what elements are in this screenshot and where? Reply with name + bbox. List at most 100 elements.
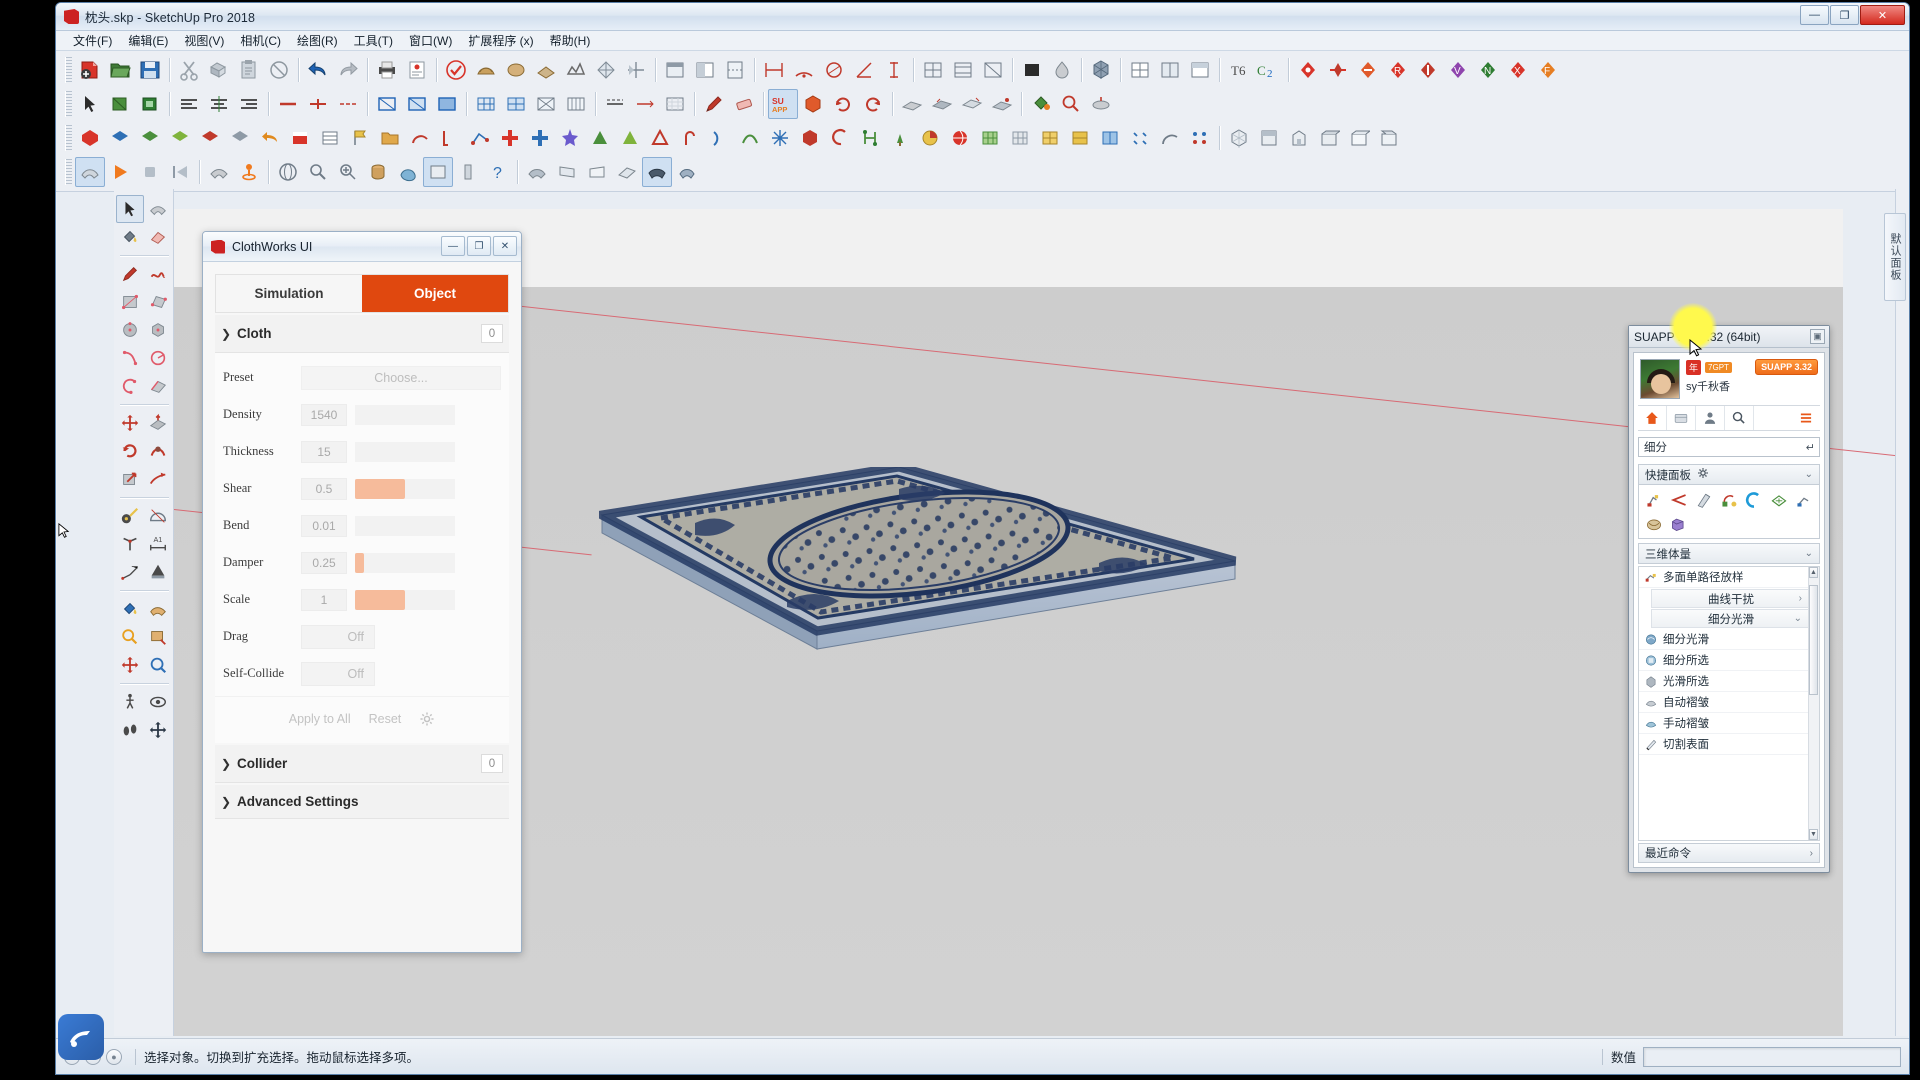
clothworks-restore-button[interactable]: ❐ [467, 236, 491, 256]
quick-tool-3-icon[interactable] [1692, 489, 1715, 511]
tab-object[interactable]: Object [362, 275, 508, 312]
shape-e-icon[interactable] [642, 157, 672, 187]
vcb-input[interactable] [1643, 1046, 1901, 1067]
toolbar-grip[interactable] [65, 159, 72, 185]
scroll-up-arrow-icon[interactable]: ▲ [1809, 567, 1818, 578]
orbit-icon[interactable] [273, 157, 303, 187]
param-value-density[interactable]: 1540 [301, 403, 347, 426]
gear-icon[interactable] [1697, 467, 1709, 482]
guide-line-b-icon[interactable] [630, 89, 660, 119]
person-status-icon[interactable]: ● [106, 1048, 122, 1065]
list-item[interactable]: 手动褶皱 [1639, 713, 1819, 734]
suapp-main-icon[interactable]: SU APP [768, 89, 798, 119]
offset-icon[interactable] [144, 465, 172, 493]
vray-b-icon[interactable] [1323, 55, 1353, 85]
line-style-a-icon[interactable] [273, 89, 303, 119]
suapp-panel[interactable]: SUAPP Pro 3.32 (64bit) ▣ 年 7GPT SUAPP 3.… [1628, 325, 1830, 873]
param-value-scale[interactable]: 1 [301, 588, 347, 611]
select-arrow-icon[interactable] [116, 195, 144, 223]
tab-simulation[interactable]: Simulation [216, 275, 362, 312]
suapp-triangle-b-icon[interactable] [615, 123, 645, 153]
scale-icon[interactable] [116, 465, 144, 493]
suapp-curve-b-icon[interactable] [705, 123, 735, 153]
blob-tool-icon[interactable] [393, 157, 423, 187]
help-icon[interactable]: ? [483, 157, 513, 187]
grid-tool-c-icon[interactable] [978, 55, 1008, 85]
plane-a-icon[interactable] [897, 89, 927, 119]
suapp-grid-yellow-icon[interactable] [1035, 123, 1065, 153]
layers-b-icon[interactable] [1155, 55, 1185, 85]
toolbar-grip[interactable] [65, 125, 72, 151]
magnify-icon[interactable] [1056, 89, 1086, 119]
quick-tool-8-icon[interactable] [1642, 513, 1665, 535]
save-document-icon[interactable] [135, 55, 165, 85]
recent-commands-bar[interactable]: 最近命令 › [1638, 843, 1820, 863]
cloth-simulate-icon[interactable] [75, 157, 105, 187]
grid-tool-a-icon[interactable] [918, 55, 948, 85]
quick-tool-1-icon[interactable] [1642, 489, 1665, 511]
quick-tool-2-icon[interactable] [1667, 489, 1690, 511]
align-left-icon[interactable] [174, 89, 204, 119]
suapp-grid-green-icon[interactable] [975, 123, 1005, 153]
section-header-collider[interactable]: ❯ Collider 0 [215, 745, 509, 783]
arc-2point-icon[interactable] [116, 344, 144, 372]
sandbox-stamp-icon[interactable] [531, 55, 561, 85]
face-style-c-icon[interactable] [432, 89, 462, 119]
menu-item-file[interactable]: 文件(F) [66, 30, 119, 51]
grid-tool-b-icon[interactable] [948, 55, 978, 85]
guide-line-a-icon[interactable] [600, 89, 630, 119]
suapp-red-square-icon[interactable] [285, 123, 315, 153]
suapp-trees-icon[interactable] [885, 123, 915, 153]
search-input[interactable]: 细分 ↵ [1638, 437, 1820, 457]
gear-icon[interactable] [419, 711, 435, 727]
align-center-icon[interactable] [204, 89, 234, 119]
plane-b-icon[interactable] [927, 89, 957, 119]
logo-c2-icon[interactable]: C2 [1254, 55, 1284, 85]
toolbar-grip[interactable] [65, 57, 72, 83]
cloth-pin-icon[interactable] [234, 157, 264, 187]
print-icon[interactable] [372, 55, 402, 85]
copy-icon[interactable] [204, 55, 234, 85]
param-value-thickness[interactable]: 15 [301, 440, 347, 463]
vray-v-icon[interactable]: V [1443, 55, 1473, 85]
footprint-icon[interactable] [116, 716, 144, 744]
erase-all-icon[interactable] [264, 55, 294, 85]
param-toggle-self-collide[interactable]: Off [301, 661, 375, 686]
view-top-icon[interactable] [1254, 123, 1284, 153]
chevron-down-icon[interactable]: ⌄ [1805, 469, 1813, 480]
menu-item-draw[interactable]: 绘图(R) [290, 30, 345, 51]
rotate-b-icon[interactable] [858, 89, 888, 119]
section-left-icon[interactable] [144, 716, 172, 744]
apply-to-all-button[interactable]: Apply to All [289, 712, 351, 726]
cloth-play-icon[interactable] [105, 157, 135, 187]
pillow-rug-model[interactable] [599, 467, 1239, 657]
face-style-b-icon[interactable] [402, 89, 432, 119]
dim-angle-icon[interactable] [849, 55, 879, 85]
toolbar-grip[interactable] [65, 91, 72, 117]
suapp-network-icon[interactable] [855, 123, 885, 153]
list-item[interactable]: 切割表面 [1639, 734, 1819, 755]
drum-tool-icon[interactable] [363, 157, 393, 187]
quick-tool-6-icon[interactable] [1767, 489, 1790, 511]
suapp-list-icon[interactable] [315, 123, 345, 153]
dim-vertical-icon[interactable] [879, 55, 909, 85]
undo-icon[interactable] [303, 55, 333, 85]
arc-pie-icon[interactable] [144, 344, 172, 372]
suapp-triangle-a-icon[interactable] [585, 123, 615, 153]
vray-d-icon[interactable] [1413, 55, 1443, 85]
suapp-undo-icon[interactable] [255, 123, 285, 153]
quick-tool-9-icon[interactable] [1667, 513, 1690, 535]
select-tool-icon[interactable] [75, 89, 105, 119]
param-slider-density[interactable] [355, 404, 455, 425]
cloth-surface-icon[interactable] [144, 195, 172, 223]
vray-a-icon[interactable] [1293, 55, 1323, 85]
scroll-down-arrow-icon[interactable]: ▼ [1809, 829, 1818, 840]
param-slider-scale[interactable] [355, 589, 455, 610]
menu-item-tools[interactable]: 工具(T) [347, 30, 400, 51]
param-slider-thickness[interactable] [355, 441, 455, 462]
zoom-extents-icon[interactable] [333, 157, 363, 187]
search-icon[interactable] [1725, 406, 1754, 430]
cloth-drape-icon[interactable] [204, 157, 234, 187]
suapp-command-list[interactable]: 多面单路径放样 曲线干扰 › 细分光滑 ⌄ 细分光滑 细分所选 光滑所选 自动褶… [1638, 566, 1820, 841]
preset-dropdown[interactable]: Choose... [301, 365, 501, 390]
